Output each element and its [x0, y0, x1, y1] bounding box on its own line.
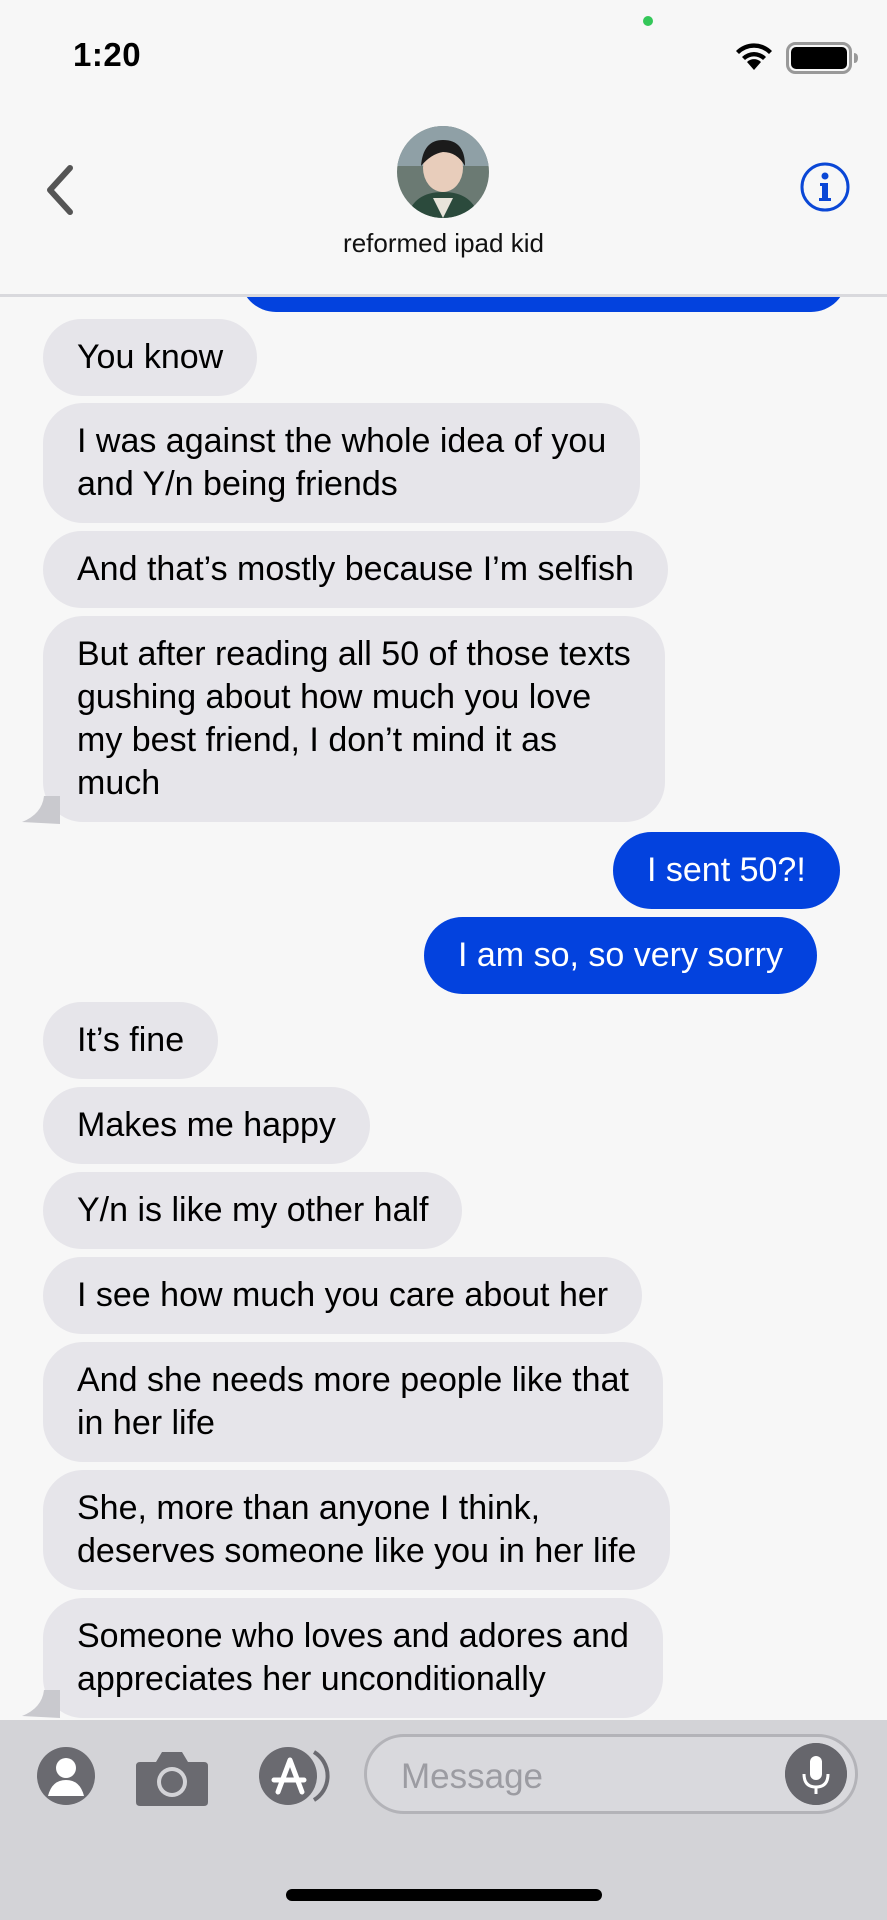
message-bubble-incoming[interactable]: But after reading all 50 of those texts …	[43, 616, 665, 822]
message-bubble-incoming[interactable]: I was against the whole idea of you and …	[43, 403, 641, 523]
microphone-icon[interactable]	[785, 1743, 847, 1805]
contact-name[interactable]: reformed ipad kid	[0, 228, 887, 259]
message-bubble-outgoing[interactable]: I sent 50?!	[613, 832, 840, 909]
message-bubble-incoming[interactable]: And that’s mostly because I’m selfish	[43, 531, 668, 608]
message-bubble-outgoing[interactable]: I am so, so very sorry	[424, 917, 817, 994]
message-bubble-incoming[interactable]: Y/n is like my other half	[43, 1172, 463, 1249]
message-bubble-incoming[interactable]: It’s fine	[43, 1002, 219, 1079]
conversation-header: reformed ipad kid	[0, 100, 887, 297]
contact-icon[interactable]	[36, 1746, 96, 1806]
bubble-tail	[22, 796, 60, 824]
app-store-icon[interactable]	[252, 1746, 334, 1806]
back-chevron-icon[interactable]	[40, 160, 80, 220]
info-icon[interactable]	[799, 161, 851, 213]
bubble-tail	[22, 1690, 60, 1718]
camera-icon[interactable]	[134, 1748, 210, 1808]
message-placeholder: Message	[401, 1757, 544, 1796]
message-bubble-incoming[interactable]: I see how much you care about her	[43, 1257, 643, 1334]
message-input[interactable]: Message	[364, 1734, 858, 1814]
message-bubble-incoming[interactable]: And she needs more people like that in h…	[43, 1342, 663, 1462]
home-indicator[interactable]	[286, 1889, 602, 1901]
contact-avatar[interactable]	[397, 126, 489, 218]
message-bubble-incoming[interactable]: Makes me happy	[43, 1087, 370, 1164]
message-bubble-incoming[interactable]: You know	[43, 319, 258, 396]
message-bubble-incoming[interactable]: She, more than anyone I think, deserves …	[43, 1470, 671, 1590]
message-bubble-incoming[interactable]: Someone who loves and adores and appreci…	[43, 1598, 663, 1718]
